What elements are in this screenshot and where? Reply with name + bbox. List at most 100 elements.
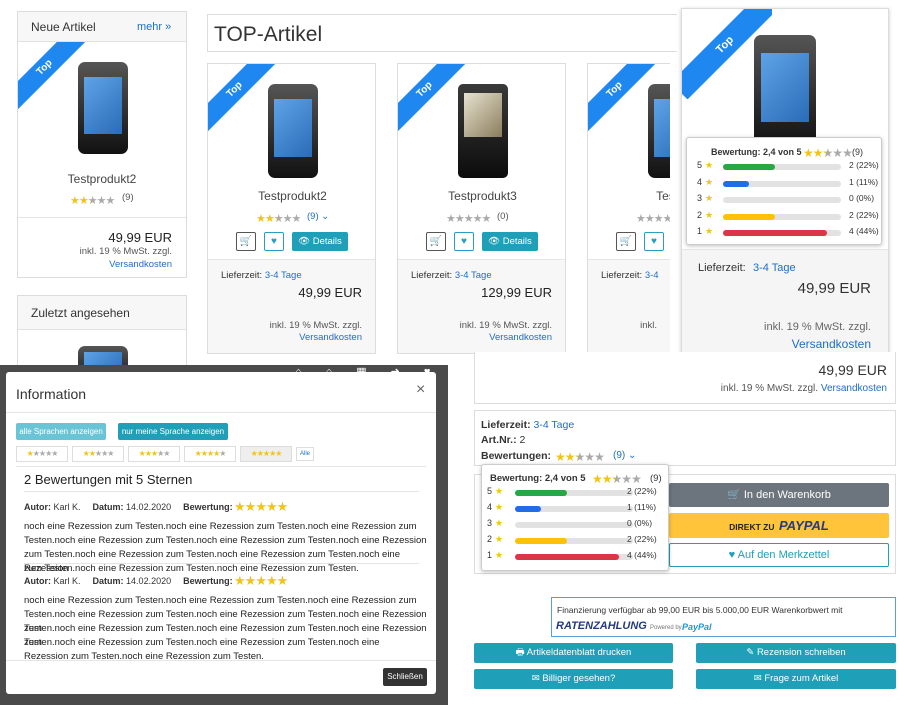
product-image[interactable] [78,62,128,154]
shipping-link[interactable]: Versandkosten [109,259,172,270]
product-name[interactable]: Testprodukt2 [18,172,186,186]
detail-price: 49,99 EUR [818,362,887,378]
star-filter-button[interactable]: ★★★★★ [240,446,292,462]
detail-delivery-link[interactable]: 3-4 Tage [534,419,575,431]
star-icon: ★ [564,450,576,464]
product-card[interactable]: TopTestpr★★★★★🛒♥Lieferzeit: 3-4inkl. [587,63,670,354]
artnr-label: Art.Nr.: [481,434,517,446]
detail-tax-line: inkl. 19 % MwSt. zzgl. Versandkosten [721,383,887,394]
star-icon: ★ [244,573,257,588]
tax-note: inkl. 19 % MwSt. zzgl. [79,246,172,257]
heading-divider [24,491,419,492]
filter-all-button[interactable]: Alle [296,447,314,461]
rating-count[interactable]: (9) ⌄ [307,211,329,222]
star-icon: ★ [472,213,483,225]
details-button[interactable]: 👁 Details [482,232,538,251]
rating-distribution-row: 3 ★ 0 (0%) [697,193,887,207]
wishlist-icon-button[interactable]: ♥ [644,232,664,251]
rating-count-label: 1 (11%) [849,176,879,187]
rating-distribution-row: 5 ★ 2 (22%) [487,486,677,500]
powered-by: Powered by [650,625,682,631]
hover-product-card[interactable]: Top Bewertung: 2,4 von 5 ★★★★★★ (9) 5★2 … [681,8,889,364]
star-icon: ★ [803,146,814,160]
product-image[interactable] [648,84,670,178]
delivery-link[interactable]: 3-4 Tage [753,262,796,274]
rating-count[interactable]: (0) [497,211,509,222]
star-icon: ★ [842,146,853,160]
paypal-button[interactable]: DIREKT ZU PAYPAL [669,513,889,538]
rating-popover-title: Bewertung: 2,4 von 5 [711,147,802,157]
add-to-cart-button[interactable]: 🛒 In den Warenkorb [669,483,889,507]
star-icon: ★ [265,499,278,514]
recently-viewed-panel: Zuletzt angesehen [17,295,187,386]
star-icon: ★ [234,499,246,514]
wishlist-icon-button[interactable]: ♥ [454,232,474,251]
rating-count: (9) [122,192,134,203]
rating-count-label: 0 (0%) [627,518,653,528]
modal-title: Information [16,386,87,402]
chevron-down-icon: ⌄ [321,211,330,222]
add-to-cart-icon-button[interactable]: 🛒 [426,232,446,251]
star-icon: ★ [812,146,824,160]
star-icon: ★ [832,146,843,160]
shipping-link[interactable]: Versandkosten [299,332,362,343]
ratings-count-link[interactable]: (9) ⌄ [613,450,636,461]
price-box: 49,99 EUR inkl. 19 % MwSt. zzgl. Versand… [474,352,896,404]
my-language-button[interactable]: nur meine Sprache anzeigen [118,423,228,440]
more-link[interactable]: mehr » [137,21,171,33]
question-button[interactable]: ✉ Frage zum Artikel [696,669,896,689]
half-star-icon: ★★ [87,195,98,207]
modal-close-icon[interactable]: × [416,381,425,399]
rating-bar-track [515,506,633,512]
detail-tax: inkl. 19 % MwSt. zzgl. [720,383,819,394]
review-meta: Autor: Karl K. Datum: 14.02.2020 Bewertung… [24,502,233,512]
product-image[interactable] [754,35,816,147]
rating-count-label: 2 (22%) [627,534,657,544]
shipping-link[interactable]: Versandkosten [489,332,552,343]
ratings-row: Bewertungen: [481,450,551,462]
cheaper-seen-button[interactable]: ✉ Billiger gesehen? [474,669,673,689]
artnr-row: Art.Nr.: 2 [481,434,525,446]
rating-stars[interactable]: ★★★★★ [446,209,491,227]
rating-count-label: 2 (22%) [849,209,879,220]
product-name[interactable]: Testprodukt3 [398,189,565,203]
rating-stars[interactable]: ★★★★★ [636,209,670,227]
star-filter-button[interactable]: ★★★★★ [184,446,236,462]
product-name[interactable]: Testpr [588,189,670,203]
delivery-row: Lieferzeit: 3-4 Tage [411,270,492,281]
product-image[interactable] [268,84,318,178]
wishlist-button[interactable]: ♥ Auf den Merkzettel [669,543,889,567]
product-image[interactable] [458,84,508,178]
product-price: 129,99 EUR [481,285,552,300]
product-name[interactable]: Testprodukt2 [208,189,375,203]
review-divider [24,563,419,564]
rating-level: 4 [487,502,493,512]
review-text-line: Testen.noch eine Rezession zum Testen.no… [24,535,427,546]
add-to-cart-icon-button[interactable]: 🛒 [616,232,636,251]
delivery-link[interactable]: 3-4 Tage [265,270,302,281]
datasheet-button[interactable]: 🖶 Artikeldatenblatt drucken [474,643,673,663]
rating-level: 5 [697,160,703,170]
delivery-link[interactable]: 3-4 [645,270,659,281]
product-price: 49,99 EUR [797,280,871,297]
write-review-button[interactable]: ✎ Rezension schreiben [696,643,896,663]
shipping-link[interactable]: Versandkosten [792,337,871,351]
star-icon: ★ [636,213,646,225]
star-filter-button[interactable]: ★★★★★ [72,446,124,462]
product-card[interactable]: TopTestprodukt2★★★★★★(9) ⌄🛒♥👁 DetailsLie… [207,63,376,354]
wishlist-icon-button[interactable]: ♥ [264,232,284,251]
star-icon: ★ [621,472,632,486]
details-button[interactable]: 👁 Details [292,232,348,251]
add-to-cart-icon-button[interactable]: 🛒 [236,232,256,251]
all-languages-button[interactable]: alle Sprachen anzeigen [16,423,106,440]
rating-level: 1 [487,550,493,560]
star-icon: ★ [495,518,504,528]
close-modal-button[interactable]: Schließen [383,668,427,686]
delivery-link[interactable]: 3-4 Tage [455,270,492,281]
star-filter-button[interactable]: ★★★★★ [16,446,68,462]
star-filter-button[interactable]: ★★★★★ [128,446,180,462]
detail-shipping-link[interactable]: Versandkosten [821,383,887,394]
rating-stars[interactable]: ★★★★★★ [256,209,301,227]
rating-bar-fill [515,538,567,544]
product-card[interactable]: Top Testprodukt3 ★★★★★ (0) 🛒 ♥ 👁 Details Liefer… [397,63,566,354]
